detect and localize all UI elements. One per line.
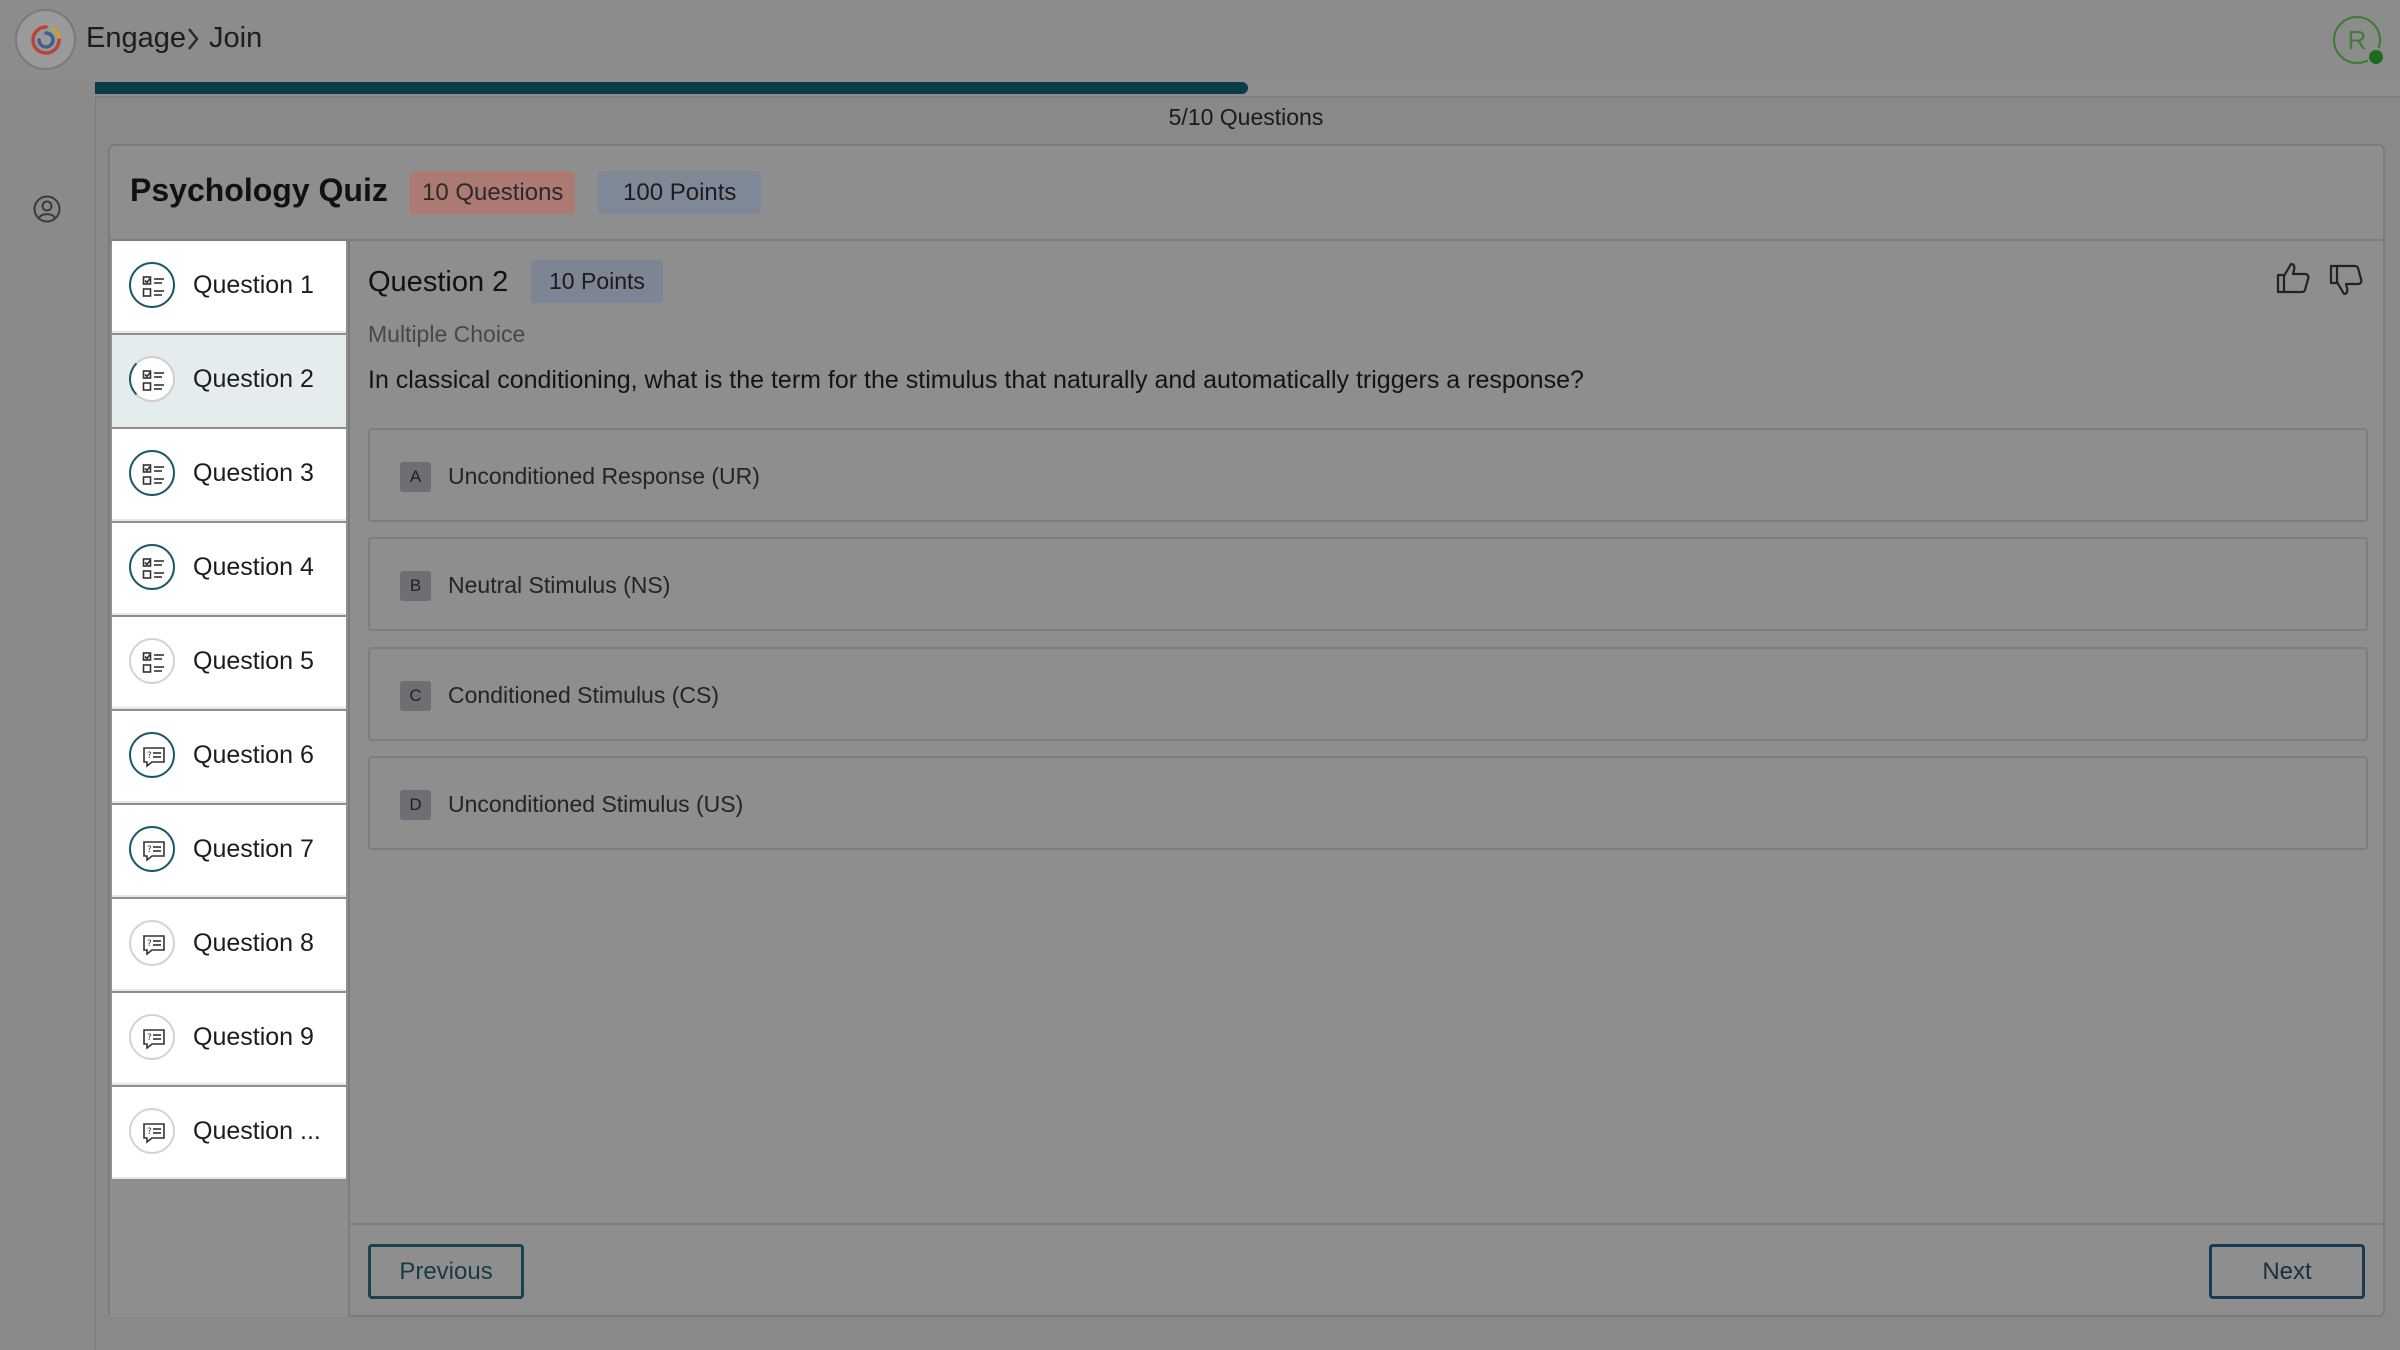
quiz-header: Psychology Quiz 10 Questions 100 Points bbox=[110, 146, 2383, 241]
speech-question-icon: ? bbox=[129, 1108, 175, 1154]
question-list-label: Question 4 bbox=[193, 553, 314, 581]
question-points-badge: 10 Points bbox=[531, 260, 663, 303]
checklist-icon bbox=[129, 638, 175, 684]
thumbs-up-icon[interactable] bbox=[2275, 261, 2311, 295]
question-list-item-6[interactable]: ? Question 6 bbox=[112, 711, 346, 803]
footer-divider bbox=[350, 1223, 2383, 1225]
breadcrumb-engage[interactable]: Engage bbox=[86, 22, 186, 55]
svg-text:?: ? bbox=[147, 845, 152, 855]
speech-question-icon: ? bbox=[129, 1014, 175, 1060]
checklist-icon bbox=[129, 544, 175, 590]
question-list-item-10[interactable]: ? Question ... bbox=[112, 1087, 346, 1179]
left-rail bbox=[0, 80, 96, 1350]
svg-text:?: ? bbox=[147, 939, 152, 949]
option-letter: C bbox=[400, 681, 431, 711]
option-letter: B bbox=[400, 571, 431, 601]
option-text: Unconditioned Response (UR) bbox=[448, 463, 760, 489]
question-text: In classical conditioning, what is the t… bbox=[368, 366, 1584, 394]
chevron-right-icon bbox=[188, 28, 199, 50]
option-text: Neutral Stimulus (NS) bbox=[448, 572, 671, 598]
answer-option-c[interactable]: C Conditioned Stimulus (CS) bbox=[368, 647, 2368, 741]
next-button[interactable]: Next bbox=[2209, 1244, 2365, 1299]
question-list-item-4[interactable]: Question 4 bbox=[112, 523, 346, 615]
breadcrumb-join: Join bbox=[209, 22, 263, 54]
question-list-item-3[interactable]: Question 3 bbox=[112, 429, 346, 521]
question-list-label: Question 9 bbox=[193, 1023, 314, 1051]
question-list-label: Question 6 bbox=[193, 741, 314, 769]
svg-text:?: ? bbox=[147, 751, 152, 761]
question-list-item-2[interactable]: Question 2 bbox=[112, 335, 346, 427]
quiz-title: Psychology Quiz bbox=[130, 172, 388, 208]
user-profile-icon[interactable] bbox=[32, 194, 62, 224]
quiz-progress-fill bbox=[95, 82, 1248, 94]
checklist-icon bbox=[129, 262, 175, 308]
question-list-item-5[interactable]: Question 5 bbox=[112, 617, 346, 709]
option-letter: A bbox=[400, 462, 431, 492]
answer-option-d[interactable]: D Unconditioned Stimulus (US) bbox=[368, 756, 2368, 850]
option-text: Unconditioned Stimulus (US) bbox=[448, 791, 744, 817]
total-points-badge: 100 Points bbox=[598, 171, 762, 214]
question-type: Multiple Choice bbox=[368, 321, 526, 347]
app-logo-icon[interactable] bbox=[15, 9, 76, 70]
question-list-item-7[interactable]: ? Question 7 bbox=[112, 805, 346, 897]
svg-text:?: ? bbox=[147, 1033, 152, 1043]
question-list-item-9[interactable]: ? Question 9 bbox=[112, 993, 346, 1085]
option-text: Conditioned Stimulus (CS) bbox=[448, 682, 720, 708]
online-status-dot bbox=[2367, 48, 2385, 66]
questions-count-badge: 10 Questions bbox=[410, 171, 576, 214]
question-list-item-8[interactable]: ? Question 8 bbox=[112, 899, 346, 991]
question-list-label: Question 5 bbox=[193, 647, 314, 675]
svg-text:?: ? bbox=[147, 1127, 152, 1137]
question-list-label: Question 1 bbox=[193, 271, 314, 299]
question-title: Question 2 bbox=[368, 266, 509, 298]
quiz-progress-bar bbox=[95, 80, 2400, 98]
checklist-icon bbox=[129, 450, 175, 496]
option-letter: D bbox=[400, 790, 431, 820]
question-list-label: Question 3 bbox=[193, 459, 314, 487]
answer-option-a[interactable]: A Unconditioned Response (UR) bbox=[368, 428, 2368, 522]
answer-option-b[interactable]: B Neutral Stimulus (NS) bbox=[368, 537, 2368, 631]
question-list-label: Question 7 bbox=[193, 835, 314, 863]
speech-question-icon: ? bbox=[129, 732, 175, 778]
question-list-item-1[interactable]: Question 1 bbox=[112, 241, 346, 333]
question-list-label: Question 8 bbox=[193, 929, 314, 957]
checklist-icon bbox=[129, 356, 175, 402]
question-list-label: Question ... bbox=[193, 1117, 321, 1145]
speech-question-icon: ? bbox=[129, 826, 175, 872]
quiz-card: Psychology Quiz 10 Questions 100 Points … bbox=[108, 144, 2385, 1317]
progress-label: 5/10 Questions bbox=[1168, 104, 1324, 130]
question-list-label: Question 2 bbox=[193, 365, 314, 393]
question-list: Question 1 Question 2 Question 3 Questio… bbox=[110, 241, 350, 1317]
speech-question-icon: ? bbox=[129, 920, 175, 966]
thumbs-down-icon[interactable] bbox=[2328, 263, 2364, 297]
previous-button[interactable]: Previous bbox=[368, 1244, 524, 1299]
top-bar: Engage Join R bbox=[0, 0, 2400, 80]
